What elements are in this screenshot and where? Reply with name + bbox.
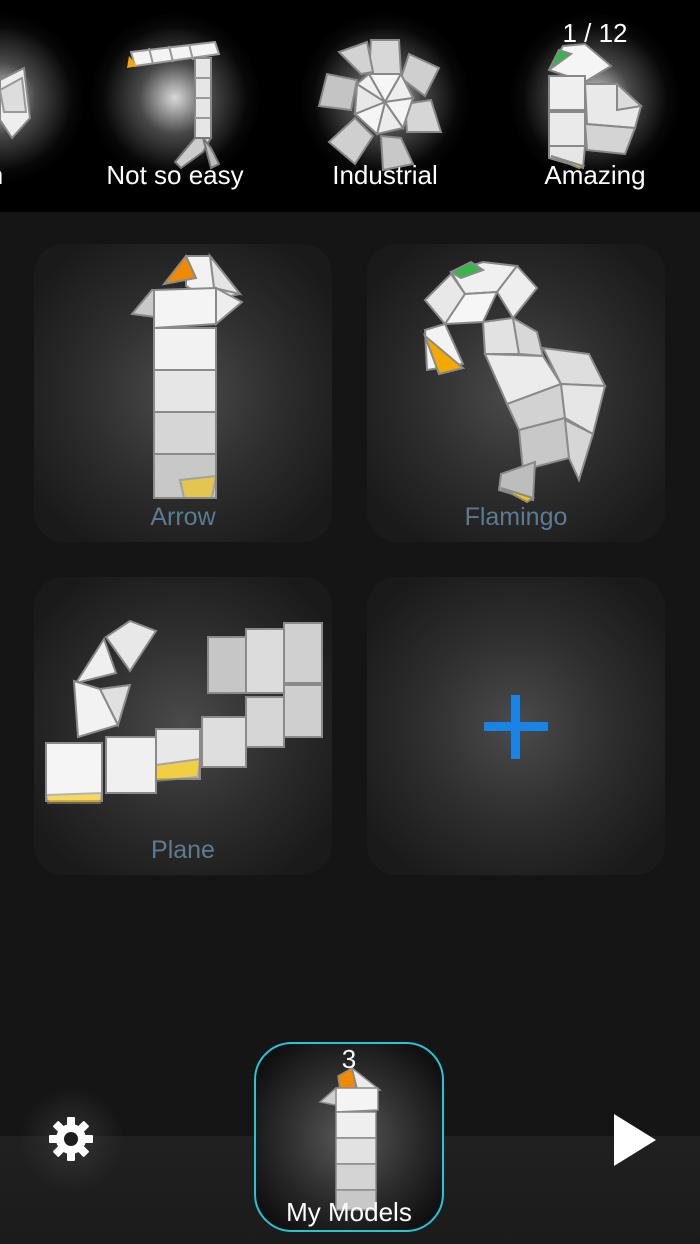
category-label: Not so easy xyxy=(106,160,244,190)
add-model-tile[interactable] xyxy=(367,577,665,875)
model-label: Flamingo xyxy=(464,503,568,531)
plane-model-thumbnail xyxy=(44,619,323,804)
category-label: Amazing xyxy=(544,160,646,190)
model-label: Arrow xyxy=(150,503,216,531)
carousel-page-counter: 1 / 12 xyxy=(562,18,628,48)
flamingo-model-thumbnail xyxy=(422,260,607,504)
model-label: Plane xyxy=(151,836,215,864)
my-models-button[interactable]: 3 My Models xyxy=(254,1042,444,1232)
model-tile-arrow[interactable]: Arrow xyxy=(34,244,332,542)
my-models-count: 3 xyxy=(341,1044,357,1074)
category-label: n xyxy=(0,160,6,191)
my-models-label: My Models xyxy=(286,1197,412,1227)
model-tile-flamingo[interactable]: Flamingo xyxy=(367,244,665,542)
gear-icon[interactable] xyxy=(48,1116,94,1162)
category-item-not-so-easy[interactable]: Not so easy xyxy=(75,0,275,212)
arrow-model-thumbnail xyxy=(130,252,244,499)
category-carousel[interactable]: n Not so easy xyxy=(0,0,700,212)
category-item-industrial[interactable]: Industrial xyxy=(285,0,485,212)
model-tile-plane[interactable]: Plane xyxy=(34,577,332,875)
category-label: Industrial xyxy=(332,160,438,190)
play-icon[interactable] xyxy=(610,1112,658,1168)
